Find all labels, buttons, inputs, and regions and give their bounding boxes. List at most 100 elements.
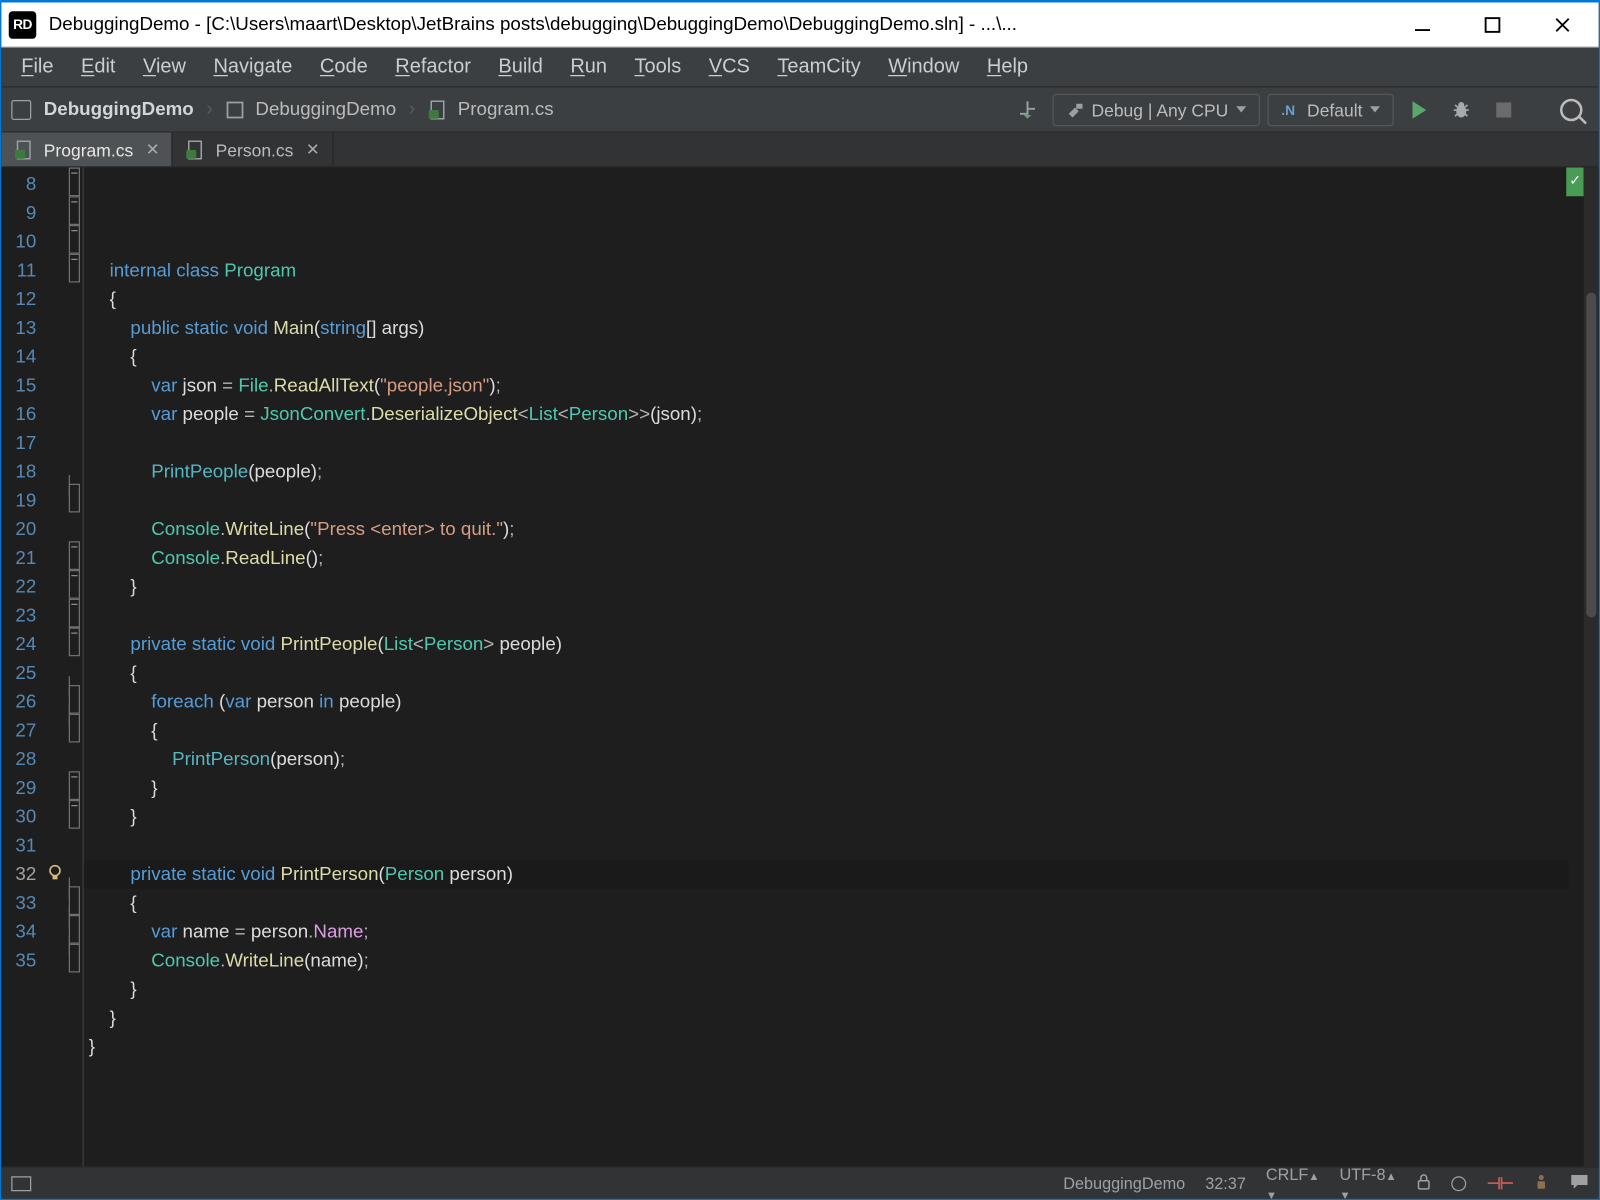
close-tab-icon[interactable]: ✕ (146, 139, 160, 159)
stop-button[interactable] (1486, 93, 1521, 126)
menu-item-teamcity[interactable]: TeamCity (765, 51, 873, 84)
code-line[interactable]: var name = person.Name; (89, 918, 1584, 947)
menu-item-run[interactable]: Run (558, 51, 620, 84)
fold-toggle-icon[interactable] (69, 541, 80, 570)
breadcrumb-project[interactable]: DebuggingDemo (255, 99, 396, 120)
code-line[interactable]: { (89, 889, 1584, 918)
code-line[interactable]: PrintPerson(person); (89, 745, 1584, 774)
code-line[interactable]: internal class Program (89, 256, 1584, 285)
configuration-selector[interactable]: Debug | Any CPU (1053, 93, 1260, 126)
line-separator[interactable]: CRLF▲▼ (1266, 1164, 1320, 1200)
code-line[interactable]: { (89, 285, 1584, 314)
code-line[interactable]: { (89, 659, 1584, 688)
breadcrumb-file[interactable]: Program.cs (458, 99, 554, 120)
code-line[interactable]: } (89, 1033, 1584, 1062)
close-tab-icon[interactable]: ✕ (306, 139, 320, 159)
code-line[interactable]: var people = JsonConvert.DeserializeObje… (89, 400, 1584, 429)
code-line[interactable]: foreach (var person in people) (89, 688, 1584, 717)
code-line[interactable]: } (89, 573, 1584, 602)
feedback-icon[interactable] (1570, 1173, 1589, 1193)
fold-toggle-icon[interactable] (69, 168, 80, 197)
fold-toggle-icon[interactable] (69, 771, 80, 800)
code-line[interactable] (89, 831, 1584, 860)
fold-toggle-icon[interactable] (69, 570, 80, 599)
code-line[interactable]: Console.ReadLine(); (89, 544, 1584, 573)
menu-item-build[interactable]: Build (486, 51, 555, 84)
vertical-scrollbar[interactable] (1584, 168, 1599, 1167)
code-line[interactable] (89, 601, 1584, 630)
debug-button[interactable] (1444, 93, 1479, 126)
csharp-file-icon (428, 99, 448, 119)
fold-column[interactable] (66, 168, 84, 1167)
menu-bar: FileEditViewNavigateCodeRefactorBuildRun… (1, 48, 1599, 88)
analysis-ok-icon[interactable]: ✓ (1566, 168, 1584, 197)
menu-item-window[interactable]: Window (876, 51, 972, 84)
tool-window-toggle-icon[interactable] (11, 1176, 31, 1191)
status-project[interactable]: DebuggingDemo (1063, 1174, 1185, 1193)
dotnet-icon: .N (1281, 101, 1300, 119)
code-line[interactable]: public static void Main(string[] args) (89, 314, 1584, 343)
lightbulb-icon[interactable] (46, 863, 64, 881)
code-line[interactable] (89, 486, 1584, 515)
toolbar: Debug | Any CPU .N Default (1010, 93, 1589, 126)
fold-toggle-icon[interactable] (69, 800, 80, 829)
gutter-marks[interactable] (44, 168, 67, 1167)
code-line[interactable]: Console.WriteLine("Press <enter> to quit… (89, 515, 1584, 544)
code-line[interactable]: { (89, 343, 1584, 372)
editor-tab[interactable]: Program.cs ✕ (1, 133, 173, 167)
inspections-icon[interactable] (1533, 1173, 1551, 1194)
code-line[interactable]: } (89, 803, 1584, 832)
build-icon[interactable] (1010, 93, 1045, 126)
menu-item-code[interactable]: Code (307, 51, 380, 84)
code-line[interactable]: var json = File.ReadAllText("people.json… (89, 371, 1584, 400)
background-tasks-icon[interactable] (1452, 1176, 1467, 1191)
fold-toggle-icon[interactable] (69, 225, 80, 254)
fold-end-icon (69, 944, 80, 973)
code-area[interactable]: ✓ internal class Program { public static… (84, 168, 1584, 1167)
menu-item-vcs[interactable]: VCS (696, 51, 762, 84)
tab-label: Program.cs (44, 139, 133, 159)
code-line[interactable]: } (89, 1004, 1584, 1033)
gutter[interactable]: 8910111213141516171819202122232425262728… (1, 168, 84, 1167)
title-bar[interactable]: RD DebuggingDemo - [C:\Users\maart\Deskt… (1, 3, 1599, 48)
scrollbar-thumb[interactable] (1586, 293, 1596, 618)
menu-item-view[interactable]: View (130, 51, 198, 84)
code-line[interactable]: PrintPeople(people); (89, 458, 1584, 487)
fold-toggle-icon[interactable] (69, 628, 80, 657)
fold-end-icon (69, 714, 80, 743)
fold-toggle-icon[interactable] (69, 254, 80, 283)
chevron-right-icon: › (206, 98, 213, 121)
code-line[interactable]: Console.WriteLine(name); (89, 946, 1584, 975)
breadcrumb[interactable]: DebuggingDemo › DebuggingDemo › Program.… (11, 98, 553, 121)
fold-toggle-icon[interactable] (69, 599, 80, 628)
fold-end-icon (69, 886, 80, 915)
code-editor[interactable]: 8910111213141516171819202122232425262728… (1, 168, 1599, 1167)
menu-item-tools[interactable]: Tools (622, 51, 694, 84)
maximize-button[interactable] (1476, 8, 1509, 41)
line-numbers: 8910111213141516171819202122232425262728… (1, 168, 44, 1167)
file-encoding[interactable]: UTF-8▲▼ (1339, 1164, 1396, 1200)
menu-item-refactor[interactable]: Refactor (383, 51, 484, 84)
caret-position[interactable]: 32:37 (1205, 1174, 1246, 1193)
close-button[interactable] (1546, 8, 1579, 41)
search-everywhere-button[interactable] (1554, 93, 1589, 126)
run-config-selector[interactable]: .N Default (1267, 93, 1394, 126)
breadcrumb-solution[interactable]: DebuggingDemo (44, 99, 194, 120)
editor-tab[interactable]: Person.cs✕ (173, 133, 333, 167)
fold-toggle-icon[interactable] (69, 196, 80, 225)
run-button[interactable] (1401, 93, 1436, 126)
code-line[interactable]: private static void PrintPeople(List<Per… (89, 630, 1584, 659)
code-line[interactable]: { (89, 716, 1584, 745)
csharp-file-icon (14, 139, 34, 159)
git-indicator-icon[interactable]: ⊣⊢ (1487, 1173, 1513, 1193)
readonly-toggle[interactable] (1417, 1173, 1432, 1193)
code-line[interactable] (89, 429, 1584, 458)
menu-item-help[interactable]: Help (974, 51, 1040, 84)
run-config-label: Default (1307, 99, 1362, 119)
menu-item-navigate[interactable]: Navigate (201, 51, 305, 84)
menu-item-file[interactable]: File (9, 51, 66, 84)
code-line[interactable]: } (89, 774, 1584, 803)
minimize-button[interactable] (1406, 8, 1439, 41)
code-line[interactable]: } (89, 975, 1584, 1004)
menu-item-edit[interactable]: Edit (68, 51, 127, 84)
